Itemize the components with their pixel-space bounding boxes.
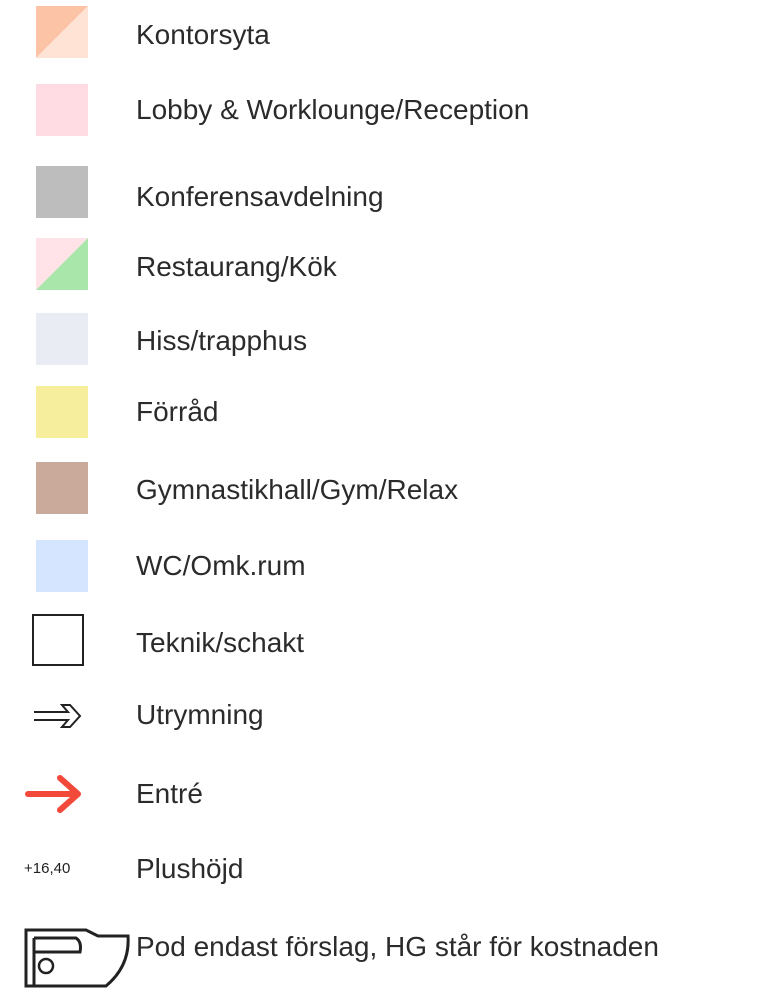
height-marker-text: +16,40: [24, 860, 71, 877]
hiss-swatch-icon: [22, 307, 102, 367]
height-marker-icon: +16,40: [22, 842, 102, 902]
legend-item-konferens: Konferensavdelning: [0, 160, 764, 230]
gym-swatch-icon: [22, 456, 102, 516]
legend-label: Restaurang/Kök: [136, 251, 337, 282]
legend-label: Kontorsyta: [136, 19, 270, 50]
legend-label: Konferensavdelning: [136, 181, 384, 212]
konferens-swatch-icon: [22, 160, 102, 220]
outline-arrow-icon: [22, 688, 102, 748]
legend-label: Teknik/schakt: [136, 627, 305, 658]
legend-label: Pod endast förslag, HG står för kostnade…: [136, 931, 659, 962]
teknik-square-icon: [22, 610, 102, 670]
legend-label: WC/Omk.rum: [136, 550, 306, 581]
legend-label: Utrymning: [136, 699, 264, 730]
legend-item-lobby: Lobby & Worklounge/Reception: [0, 78, 764, 148]
legend-label: Hiss/trapphus: [136, 325, 308, 356]
legend-item-forrad: Förråd: [0, 380, 764, 450]
legend-label: Plushöjd: [136, 853, 244, 884]
legend-item-kontorsyta: Kontorsyta: [0, 0, 764, 70]
pod-outline-icon: [20, 912, 130, 990]
legend-label: Gymnastikhall/Gym/Relax: [136, 474, 459, 505]
legend-label: Lobby & Worklounge/Reception: [136, 94, 530, 125]
legend-item-entre: Entré: [0, 764, 764, 834]
legend-label: Förråd: [136, 396, 219, 427]
legend-item-gym: Gymnastikhall/Gym/Relax: [0, 456, 764, 526]
kontorsyta-swatch-icon: [22, 0, 102, 60]
legend-item-restaurang: Restaurang/Kök: [0, 232, 764, 302]
forrad-swatch-icon: [22, 380, 102, 440]
floor-plan-legend: Kontorsyta Lobby & Worklounge/Reception …: [0, 0, 764, 991]
legend-item-wc: WC/Omk.rum: [0, 534, 764, 604]
red-arrow-icon: [22, 764, 102, 824]
restaurang-swatch-icon: [22, 232, 102, 292]
wc-swatch-icon: [22, 534, 102, 594]
lobby-swatch-icon: [22, 78, 102, 138]
legend-item-plushojd: +16,40 Plushöjd: [0, 842, 764, 912]
legend-item-pod: Pod endast förslag, HG står för kostnade…: [0, 912, 764, 988]
legend-item-hiss: Hiss/trapphus: [0, 307, 764, 377]
legend-item-utrymning: Utrymning: [0, 688, 764, 758]
legend-item-teknik: Teknik/schakt: [0, 610, 764, 680]
legend-label: Entré: [136, 778, 203, 809]
